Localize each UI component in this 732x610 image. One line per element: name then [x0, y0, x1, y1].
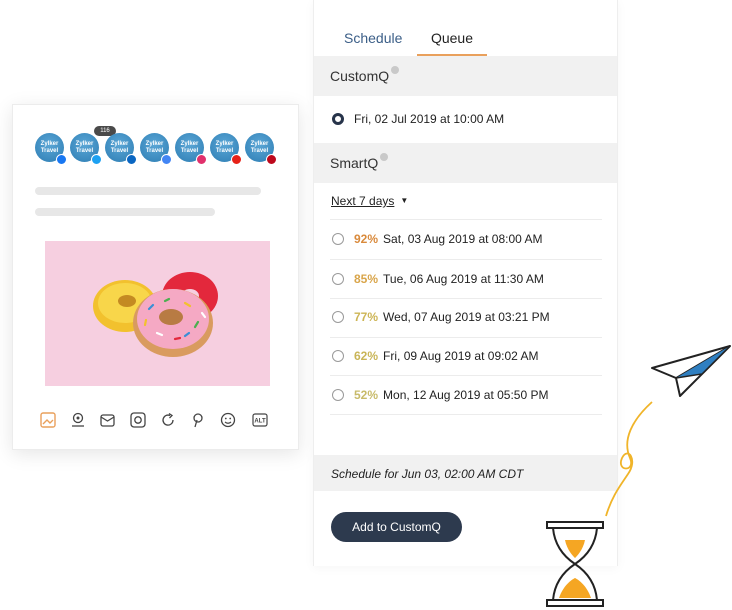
- composer-toolbar: ALT: [39, 411, 279, 433]
- radio-icon[interactable]: [332, 233, 344, 245]
- text-placeholder-line: [35, 208, 215, 216]
- profile-avatar-facebook[interactable]: Zylker Travel: [35, 133, 67, 165]
- slot-score: 92%: [354, 232, 379, 246]
- link-icon[interactable]: [129, 411, 147, 429]
- avatar-label: Zylker Travel: [40, 141, 59, 154]
- slot-label: Tue, 06 Aug 2019 at 11:30 AM: [383, 272, 544, 286]
- image-icon[interactable]: [39, 411, 57, 429]
- avatar-label: Zylker Travel: [145, 141, 164, 154]
- avatar-label: Zylker Travel: [215, 141, 234, 154]
- profile-avatar-pinterest[interactable]: Zylker Travel: [245, 133, 277, 165]
- slot-score: 77%: [354, 310, 379, 324]
- youtube-icon: [231, 154, 242, 165]
- radio-icon[interactable]: [332, 350, 344, 362]
- schedule-panel: Schedule Queue CustomQ Fri, 02 Jul 2019 …: [313, 0, 618, 566]
- profile-avatar-linkedin[interactable]: Zylker Travel: [105, 133, 137, 165]
- profile-avatar-instagram[interactable]: Zylker Travel: [175, 133, 207, 165]
- post-composer-card: Zylker Travel Zylker Travel 116 Zylker T…: [12, 104, 299, 450]
- smartq-slot[interactable]: 77% Wed, 07 Aug 2019 at 03:21 PM: [314, 298, 617, 338]
- paper-plane-icon: [651, 345, 731, 397]
- smartq-slot[interactable]: 92% Sat, 03 Aug 2019 at 08:00 AM: [314, 220, 617, 260]
- linkedin-icon: [126, 154, 137, 165]
- profile-avatar-youtube[interactable]: Zylker Travel: [210, 133, 242, 165]
- slot-label: Mon, 12 Aug 2019 at 05:50 PM: [383, 388, 549, 402]
- smartq-slot[interactable]: 52% Mon, 12 Aug 2019 at 05:50 PM: [314, 376, 617, 416]
- tab-bar: Schedule Queue: [314, 30, 617, 56]
- hourglass-icon: [546, 521, 604, 607]
- slot-label: Wed, 07 Aug 2019 at 03:21 PM: [383, 310, 550, 324]
- slot-label: Fri, 09 Aug 2019 at 09:02 AM: [383, 349, 539, 363]
- tab-queue[interactable]: Queue: [417, 30, 487, 56]
- radio-icon[interactable]: [332, 389, 344, 401]
- avatar-label: Zylker Travel: [75, 141, 94, 154]
- date-range-label: Next 7 days: [331, 194, 395, 208]
- slot-score: 52%: [354, 388, 379, 402]
- customq-slot[interactable]: Fri, 02 Jul 2019 at 10:00 AM: [314, 100, 617, 140]
- tab-schedule[interactable]: Schedule: [344, 30, 402, 56]
- mention-icon[interactable]: [99, 411, 117, 429]
- profile-avatar-twitter[interactable]: Zylker Travel: [70, 133, 102, 165]
- refresh-icon[interactable]: [159, 411, 177, 429]
- profile-avatars: Zylker Travel Zylker Travel 116 Zylker T…: [35, 126, 285, 169]
- date-range-dropdown[interactable]: Next 7 days ▼: [331, 194, 408, 208]
- alt-label: ALT: [254, 419, 266, 425]
- pinterest-icon[interactable]: [189, 411, 207, 429]
- radio-icon[interactable]: [332, 311, 344, 323]
- alt-text-icon[interactable]: ALT: [251, 411, 269, 429]
- avatar-label: Zylker Travel: [250, 141, 269, 154]
- swirl-trail-icon: [605, 401, 653, 517]
- emoji-icon[interactable]: [219, 411, 237, 429]
- caret-down-icon: ▼: [400, 196, 409, 205]
- text-placeholder-line: [35, 187, 261, 195]
- smartq-title: SmartQ: [330, 155, 379, 171]
- smartq-slot[interactable]: 85% Tue, 06 Aug 2019 at 11:30 AM: [314, 260, 617, 300]
- twitter-icon: [91, 154, 102, 165]
- radio-selected-icon[interactable]: [332, 113, 344, 125]
- add-to-customq-button[interactable]: Add to CustomQ: [331, 512, 462, 542]
- profile-avatar-google[interactable]: Zylker Travel: [140, 133, 172, 165]
- divider: [330, 414, 602, 415]
- slot-score: 62%: [354, 349, 379, 363]
- slot-label: Fri, 02 Jul 2019 at 10:00 AM: [354, 112, 505, 126]
- schedule-for-text: Schedule for Jun 03, 02:00 AM CDT: [314, 455, 617, 491]
- instagram-icon: [196, 154, 207, 165]
- slot-score: 85%: [354, 272, 379, 286]
- google-my-business-icon: [161, 154, 172, 165]
- help-icon[interactable]: [380, 153, 389, 161]
- post-image-donuts: [45, 241, 270, 386]
- smartq-header: SmartQ: [314, 143, 617, 183]
- facebook-icon: [56, 154, 67, 165]
- pinterest-icon: [266, 154, 277, 165]
- customq-title: CustomQ: [330, 68, 390, 84]
- customq-header: CustomQ: [314, 56, 617, 96]
- avatar-label: Zylker Travel: [180, 141, 199, 154]
- help-icon[interactable]: [391, 66, 400, 74]
- avatar-label: Zylker Travel: [110, 141, 129, 154]
- radio-icon[interactable]: [332, 273, 344, 285]
- smartq-slot[interactable]: 62% Fri, 09 Aug 2019 at 09:02 AM: [314, 337, 617, 377]
- slot-label: Sat, 03 Aug 2019 at 08:00 AM: [383, 232, 543, 246]
- location-icon[interactable]: [69, 411, 87, 429]
